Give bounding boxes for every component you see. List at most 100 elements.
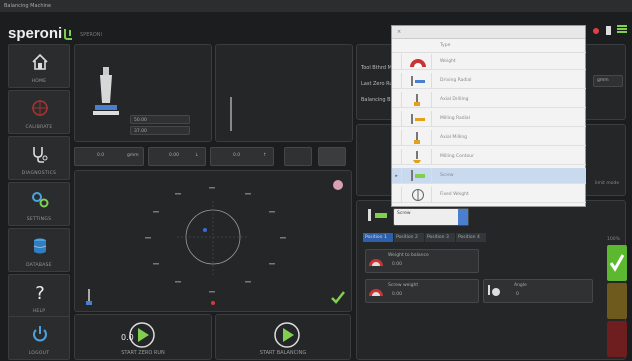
row-icon-cell xyxy=(402,54,432,70)
tool-select-button[interactable] xyxy=(284,147,312,166)
dialog-row-fixed-weight[interactable]: Fixed Weight xyxy=(392,187,586,203)
dialog-row-milling-contour[interactable]: Milling Contour xyxy=(392,149,586,165)
screw-icon xyxy=(368,209,387,221)
dialog-column-type: Type xyxy=(440,43,451,48)
row-label: Screw xyxy=(440,173,454,178)
row-marker xyxy=(392,111,402,127)
info-line-1: Tool Bthrd Mc xyxy=(361,65,395,71)
select-arrow-icon xyxy=(458,209,468,225)
dialog-header-row: Type xyxy=(392,39,586,53)
speroni-logo-icon xyxy=(64,29,72,40)
row-icon-cell xyxy=(402,168,432,184)
info-unit: gmm xyxy=(593,75,623,87)
dialog-row-driving-radial[interactable]: Driving Radial xyxy=(392,73,586,89)
start-zero-run-button[interactable]: 0.0 START ZERO RUN xyxy=(74,314,212,360)
play-icon xyxy=(274,322,300,348)
dialog-row-screw[interactable]: ▸ Screw xyxy=(392,168,586,184)
row-label: Weight xyxy=(440,59,456,64)
param-field-2[interactable]: 0.00 ↓ xyxy=(148,147,206,166)
weight-label: Weight to balance xyxy=(388,253,429,258)
row-marker xyxy=(392,149,402,165)
sidebar-item-label: HOME xyxy=(31,79,47,84)
screw-weight-field[interactable]: Screw weight 0.00 xyxy=(365,279,479,303)
weight-to-balance-field: Weight to balance 0.00 xyxy=(365,249,479,273)
fixed-weight-icon xyxy=(412,189,424,201)
row-label: Axial Drilling xyxy=(440,97,469,102)
small-tool-icon xyxy=(230,97,232,131)
angle-value: 0 xyxy=(516,292,519,297)
svg-text:?: ? xyxy=(35,283,45,302)
sidebar-item-help[interactable]: ? HELP xyxy=(8,274,70,318)
tab-position-3[interactable]: Position 3 xyxy=(425,233,455,242)
polar-plot xyxy=(145,180,343,305)
row-marker: ▸ xyxy=(392,168,402,184)
radial-mill-icon xyxy=(411,114,425,124)
status-error-indicator xyxy=(607,321,627,357)
dialog-row-axial-milling[interactable]: Axial Milling xyxy=(392,130,586,146)
tool-select-button-active[interactable] xyxy=(318,147,346,166)
tab-position-2[interactable]: Position 2 xyxy=(394,233,424,242)
question-icon: ? xyxy=(35,283,45,302)
correction-panel: Screw Position 1 Position 2 Position 3 P… xyxy=(356,200,627,360)
screw-icon xyxy=(411,170,425,181)
weight-icon xyxy=(410,59,426,67)
correction-type-select[interactable]: Screw xyxy=(393,208,469,226)
tool-panel: 50.00 37.00 xyxy=(74,44,212,142)
tab-position-1[interactable]: Position 1 xyxy=(363,233,393,242)
sidebar-item-home[interactable]: HOME xyxy=(8,44,70,88)
dialog-close-button[interactable]: × xyxy=(392,26,585,39)
screw-weight-value: 0.00 xyxy=(392,292,403,297)
stethoscope-icon xyxy=(33,147,48,163)
percent-label: 100% xyxy=(607,237,620,242)
angle-label: Angle xyxy=(514,283,527,288)
sidebar-item-settings[interactable]: SETTINGS xyxy=(8,182,70,226)
row-label: Fixed Weight xyxy=(440,192,469,197)
param-value: 0.0 xyxy=(97,153,105,158)
weight-icon xyxy=(369,259,383,266)
menu-icon[interactable] xyxy=(617,25,627,33)
polar-plot-panel xyxy=(74,170,352,312)
target-icon xyxy=(32,100,48,116)
sidebar-item-label: HELP xyxy=(32,309,46,314)
axial-drill-icon xyxy=(414,94,420,106)
window-toggle-icon[interactable] xyxy=(606,26,611,35)
param-value: 0.00 xyxy=(169,153,180,158)
row-icon-cell xyxy=(402,130,432,146)
sidebar-item-logout[interactable]: LOGOUT xyxy=(8,316,70,360)
sidebar-item-label: CALIBRATE xyxy=(25,125,53,130)
sidebar-item-diagnostics[interactable]: DIAGNOSTICS xyxy=(8,136,70,180)
row-icon-cell xyxy=(402,149,432,165)
sidebar-item-label: DATABASE xyxy=(26,263,52,268)
window-title: Balancing Machine xyxy=(0,0,632,12)
sidebar-item-database[interactable]: DATABASE xyxy=(8,228,70,272)
row-marker xyxy=(392,92,402,108)
type-selection-dialog: × Type Weight Driving Radial Axial Drillin… xyxy=(391,25,586,207)
brand-subtitle: SPERONI xyxy=(80,32,102,38)
tool-value-2: 37.00 xyxy=(130,126,190,135)
dialog-row-weight[interactable]: Weight xyxy=(392,54,586,70)
database-icon xyxy=(33,238,47,254)
tool-value-1: 50.00 xyxy=(130,115,190,124)
param-value: 0.0 xyxy=(233,153,241,158)
row-label: Driving Radial xyxy=(440,78,472,83)
check-icon xyxy=(609,254,625,272)
row-marker xyxy=(392,130,402,146)
screw-weight-icon xyxy=(369,289,383,296)
angle-icon xyxy=(488,285,500,296)
dialog-row-axial-drilling[interactable]: Axial Drilling xyxy=(392,92,586,108)
screw-weight-label: Screw weight xyxy=(388,283,419,288)
tab-position-4[interactable]: Position 4 xyxy=(456,233,486,242)
row-icon-cell xyxy=(402,73,432,89)
gears-icon xyxy=(32,192,49,208)
param-field-1[interactable]: 0.0 gmm xyxy=(74,147,144,166)
status-ok-indicator xyxy=(607,245,627,281)
start-balancing-button[interactable]: START BALANCING xyxy=(215,314,351,360)
correction-type-value: Screw xyxy=(397,211,411,216)
sidebar-item-calibrate[interactable]: CALIBRATE xyxy=(8,90,70,134)
angle-field[interactable]: Angle 0 xyxy=(483,279,593,303)
param-field-3[interactable]: 0.0 ↑ xyxy=(210,147,274,166)
weight-value: 0.00 xyxy=(392,262,403,267)
position-tabs: Position 1 Position 2 Position 3 Positio… xyxy=(363,233,486,243)
row-icon-cell xyxy=(402,92,432,108)
dialog-row-milling-radial[interactable]: Milling Radial xyxy=(392,111,586,127)
